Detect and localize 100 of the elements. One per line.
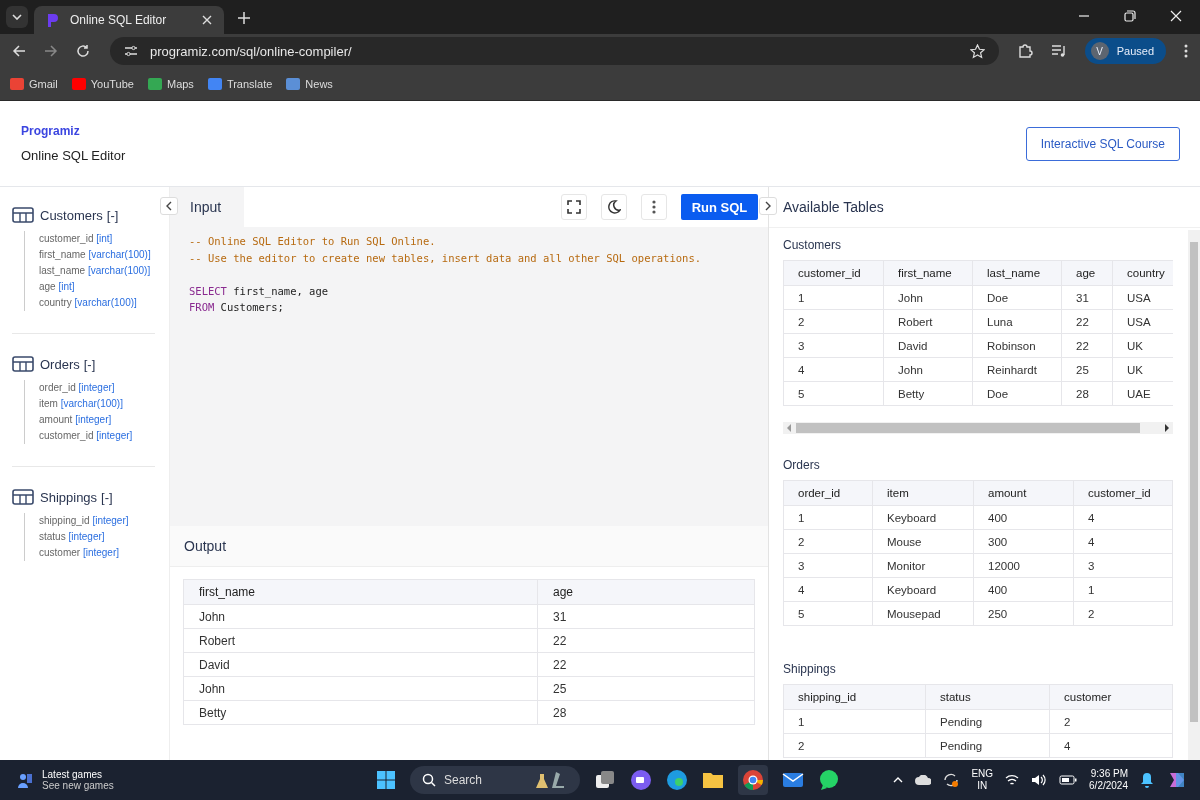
schema-column: customer [integer] [39,545,155,561]
schema-column: first_name [varchar(100)] [39,247,155,263]
table-cell: Keyboard [872,505,974,530]
schema-column: customer_id [integer] [39,428,155,444]
scroll-right-icon[interactable] [1164,424,1169,432]
table-cell: 400 [973,505,1074,530]
table-cell: Mouse [872,529,974,554]
reload-icon[interactable] [76,44,90,58]
table-name: Customers [40,207,103,223]
game-icon[interactable] [16,771,34,789]
course-button[interactable]: Interactive SQL Course [1025,126,1180,161]
tab-title: Online SQL Editor [70,13,168,27]
schema-column: shipping_id [integer] [39,513,155,529]
theme-button[interactable] [601,194,627,220]
schema-column: country [varchar(100)] [39,295,155,311]
table-cell: 300 [973,529,1074,554]
site-settings-icon[interactable] [124,45,138,57]
table-cell: 2 [1073,601,1173,626]
table-cell: 2 [1049,709,1173,734]
address-bar[interactable]: programiz.com/sql/online-compiler/ [110,37,999,65]
wifi-icon[interactable] [1005,774,1020,786]
table-cell: John [183,676,538,701]
table-icon [12,356,34,372]
browser-tab[interactable]: Online SQL Editor [34,6,224,34]
schema-column: customer_id [int] [39,231,155,247]
run-button[interactable]: Run SQL [681,194,758,220]
table-cell: 3 [1073,553,1173,578]
table-cell: 5 [783,381,884,406]
table-cell: 2 [783,733,926,758]
collapse-toggle[interactable]: [-] [106,207,119,223]
bookmark-icon [10,78,24,90]
new-tab-icon[interactable] [238,12,250,24]
column-header: status [925,684,1050,710]
star-icon[interactable] [969,43,985,59]
table-cell: 5 [783,601,873,626]
table-name: Shippings [40,489,98,505]
logo-icon [46,12,60,28]
logo[interactable]: Programiz [21,124,126,138]
table-cell: 3 [783,333,884,358]
collapse-toggle[interactable]: [-] [101,489,113,505]
table-cell: Monitor [872,553,974,578]
back-icon[interactable] [12,44,26,58]
battery-icon[interactable] [1059,775,1078,785]
bell-icon[interactable] [1140,772,1154,788]
table-cell: Luna [972,309,1062,334]
widget-subtitle: See new games [42,780,114,791]
table-cell: Robert [183,628,538,653]
restore-icon[interactable] [1124,10,1136,22]
vertical-scrollbar[interactable] [1188,230,1200,760]
bookmark[interactable]: Gmail [10,78,58,90]
table-cell: Betty [883,381,973,406]
tab-list-button[interactable] [6,6,28,28]
bookmark[interactable]: YouTube [71,78,134,90]
chat-bubble-icon[interactable] [818,769,840,791]
collapse-toggle[interactable]: [-] [83,356,96,372]
close-icon[interactable] [1170,10,1182,22]
browser-icon[interactable] [666,769,688,791]
bookmark[interactable]: Translate [207,78,273,90]
horizontal-scrollbar[interactable] [783,422,1173,434]
menu-icon[interactable] [1184,44,1188,58]
bookmark-icon [207,78,222,90]
bookmark[interactable]: News [286,78,333,90]
forward-icon[interactable] [44,44,58,58]
bookmark-icon [147,78,162,90]
start-icon[interactable] [376,770,396,790]
cloud-icon[interactable] [915,775,932,785]
profile-button[interactable]: V Paused [1084,38,1166,64]
collapse-button[interactable] [160,197,178,215]
bookmark[interactable]: Maps [147,78,194,90]
search-field[interactable]: Search [410,766,580,794]
puzzle-icon[interactable] [1016,43,1033,59]
table-cell: 2 [783,309,884,334]
table-cell: 28 [537,700,755,725]
table-name: Customers [783,238,842,252]
language-indicator[interactable]: ENG IN [971,768,994,792]
task-view-icon[interactable] [594,769,616,791]
column-header: first_name [183,579,538,605]
expand-button[interactable] [759,197,777,215]
table-cell: 2 [783,529,873,554]
input-tab[interactable]: Input [170,187,244,227]
table-cell: David [883,333,973,358]
chevron-up-icon[interactable] [893,777,904,783]
close-icon[interactable] [202,15,212,25]
table-cell: 4 [783,577,873,602]
fullscreen-button[interactable] [561,194,587,220]
more-icon [652,200,656,214]
media-icon[interactable] [1050,44,1067,58]
schema-column: item [varchar(100)] [39,396,155,412]
table-cell: 22 [537,628,755,653]
sync-icon[interactable] [943,772,960,788]
table-cell: John [883,285,973,310]
speaker-icon[interactable] [1031,774,1048,786]
column-header: customer_id [1073,480,1173,506]
code-line: -- Use the editor to create new tables, insert data and all other SQL operations. [189,250,703,266]
table-cell: Keyboard [872,577,974,602]
chat-icon[interactable] [630,769,652,791]
clock[interactable]: 9:36 PM 6/2/2024 [1089,768,1128,792]
table-cell: 1 [783,505,873,530]
table-cell: Doe [972,285,1062,310]
table-cell: Mousepad [872,601,974,626]
